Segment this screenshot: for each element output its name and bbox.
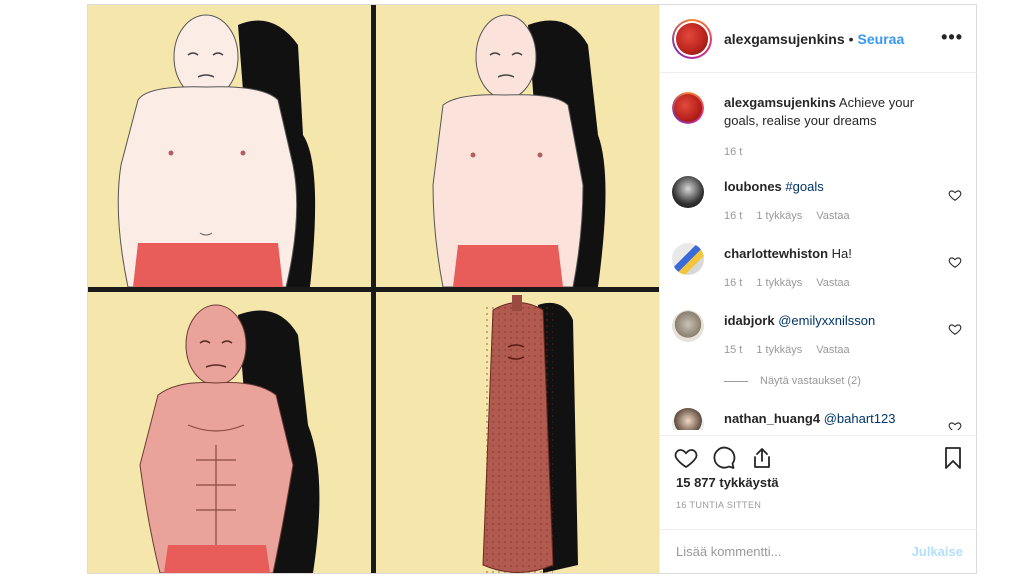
like-comment-heart-icon[interactable] bbox=[948, 255, 962, 269]
comment-meta: 15 t 1 tykkäys Vastaa bbox=[724, 344, 850, 356]
commenter-avatar[interactable] bbox=[672, 176, 704, 208]
bookmark-icon[interactable] bbox=[941, 446, 965, 470]
share-icon[interactable] bbox=[750, 446, 774, 470]
like-comment-heart-icon[interactable] bbox=[948, 322, 962, 336]
comment-likes[interactable]: 1 tykkäys bbox=[756, 210, 802, 222]
reply-button[interactable]: Vastaa bbox=[816, 344, 849, 356]
author-username[interactable]: alexgamsujenkins bbox=[724, 31, 845, 47]
comment-time[interactable]: 15 t bbox=[724, 344, 742, 356]
action-bar bbox=[660, 435, 977, 475]
caption-meta: 16 t bbox=[724, 146, 742, 158]
post-image[interactable] bbox=[88, 5, 659, 573]
replies-line bbox=[724, 380, 748, 382]
comment-username[interactable]: nathan_huang4 bbox=[724, 411, 820, 426]
comic-illustration bbox=[88, 5, 659, 573]
like-heart-icon[interactable] bbox=[674, 446, 698, 470]
post-header: alexgamsujenkins • Seuraa ••• bbox=[660, 5, 977, 73]
comment-username[interactable]: loubones bbox=[724, 179, 782, 194]
view-replies-label: Näytä vastaukset (2) bbox=[760, 375, 861, 387]
comments-list[interactable]: alexgamsujenkins Achieve your goals, rea… bbox=[660, 74, 977, 430]
commenter-avatar[interactable] bbox=[672, 243, 704, 275]
avatar-image bbox=[676, 22, 708, 55]
comment-username[interactable]: charlottewhiston bbox=[724, 246, 828, 261]
comment-bubble-icon[interactable] bbox=[712, 446, 736, 470]
caption-avatar[interactable] bbox=[672, 92, 704, 124]
comment-mention[interactable]: @emilyxxnilsson bbox=[778, 313, 875, 328]
comment-hashtag[interactable]: #goals bbox=[785, 179, 823, 194]
posted-time[interactable]: 16 TUNTIA SITTEN bbox=[676, 500, 761, 510]
likes-count[interactable]: 15 877 tykkäystä bbox=[676, 475, 779, 490]
caption-time[interactable]: 16 t bbox=[724, 146, 742, 158]
reply-button[interactable]: Vastaa bbox=[816, 210, 849, 222]
caption-username[interactable]: alexgamsujenkins bbox=[724, 95, 836, 110]
author-avatar[interactable] bbox=[672, 18, 712, 59]
comment-time[interactable]: 16 t bbox=[724, 210, 742, 222]
comment-text: nathan_huang4 @bahart123 bbox=[724, 410, 938, 428]
separator-dot: • bbox=[848, 30, 854, 47]
comment-likes[interactable]: 1 tykkäys bbox=[756, 344, 802, 356]
caption-text: alexgamsujenkins Achieve your goals, rea… bbox=[724, 94, 938, 130]
comment-body: Ha! bbox=[831, 246, 852, 261]
comment-meta: 16 t 1 tykkäys Vastaa bbox=[724, 210, 850, 222]
post-sidebar: alexgamsujenkins • Seuraa ••• alexgamsuj… bbox=[659, 5, 977, 573]
like-comment-heart-icon[interactable] bbox=[948, 420, 962, 430]
follow-button[interactable]: Seuraa bbox=[858, 31, 905, 47]
commenter-avatar[interactable] bbox=[672, 310, 704, 342]
commenter-avatar[interactable] bbox=[672, 408, 704, 430]
reply-button[interactable]: Vastaa bbox=[816, 277, 849, 289]
view-replies-button[interactable]: Näytä vastaukset (2) bbox=[724, 375, 861, 387]
comment-text: charlottewhiston Ha! bbox=[724, 245, 938, 263]
comment-mention[interactable]: @bahart123 bbox=[824, 411, 896, 426]
comment-input[interactable] bbox=[676, 544, 912, 559]
comment-likes[interactable]: 1 tykkäys bbox=[756, 277, 802, 289]
screen: alexgamsujenkins • Seuraa ••• alexgamsuj… bbox=[0, 0, 1024, 576]
comment-time[interactable]: 16 t bbox=[724, 277, 742, 289]
comment-meta: 16 t 1 tykkäys Vastaa bbox=[724, 277, 850, 289]
like-comment-heart-icon[interactable] bbox=[948, 188, 962, 202]
figure-salami bbox=[482, 295, 578, 573]
more-options-icon[interactable]: ••• bbox=[941, 27, 963, 48]
comment-text: idabjork @emilyxxnilsson bbox=[724, 312, 938, 330]
comment-text: loubones #goals bbox=[724, 178, 938, 196]
divider-horizontal bbox=[88, 287, 659, 292]
comment-username[interactable]: idabjork bbox=[724, 313, 775, 328]
comment-composer: Julkaise bbox=[660, 529, 977, 573]
post-comment-button[interactable]: Julkaise bbox=[912, 544, 963, 559]
instagram-post: alexgamsujenkins • Seuraa ••• alexgamsuj… bbox=[87, 4, 977, 574]
